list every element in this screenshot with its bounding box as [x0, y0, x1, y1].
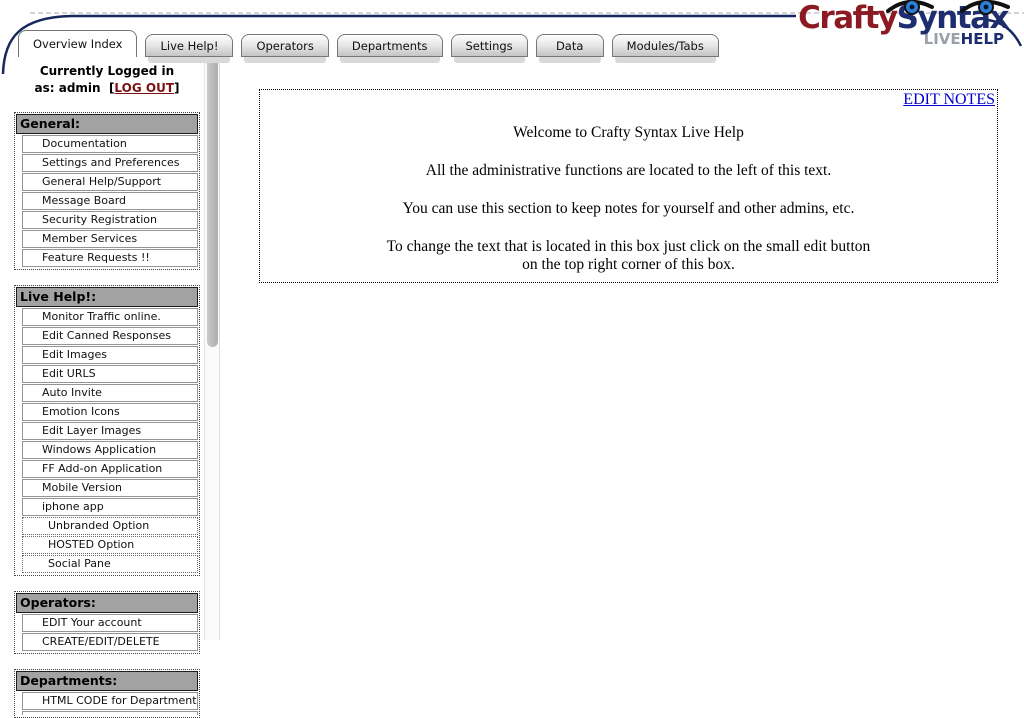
sidebar-item[interactable]: Settings and Preferences	[22, 154, 198, 172]
logo-wordmark: CraftySyntax	[786, 3, 1008, 34]
sidebar-item[interactable]: Mobile Version	[22, 479, 198, 497]
logged-in-user: as: admin	[35, 81, 101, 95]
sidebar-scrollbar[interactable]	[204, 52, 220, 640]
sidebar-item[interactable]: Edit URLS	[22, 365, 198, 383]
sidebar-item[interactable]: Security Registration	[22, 211, 198, 229]
sidebar-item[interactable]: HTML CODE for Departments	[22, 692, 198, 710]
tab-modules-tabs[interactable]: Modules/Tabs	[612, 34, 719, 57]
tab-live-help-[interactable]: Live Help!	[145, 34, 233, 57]
tab-settings[interactable]: Settings	[451, 34, 528, 57]
sidebar-section-header: Operators:	[16, 593, 198, 613]
notes-content: Welcome to Crafty Syntax Live Help All th…	[260, 90, 997, 274]
sidebar-item[interactable]: General Help/Support	[22, 173, 198, 191]
logo-crafty-text: Crafty	[798, 0, 896, 36]
sidebar-item[interactable]: EDIT Your account	[22, 614, 198, 632]
sidebar-item[interactable]: Unbranded Option	[22, 517, 198, 535]
logged-in-status: Currently Logged in as: admin [LOG OUT]	[14, 63, 200, 97]
sidebar-section-header: Live Help!:	[16, 287, 198, 307]
sidebar-section-header: General:	[16, 114, 198, 134]
sidebar-item[interactable]: Feature Requests !!	[22, 249, 198, 267]
sidebar-item[interactable]: iphone app	[22, 498, 198, 516]
logout-link[interactable]: LOG OUT	[114, 81, 174, 95]
notes-paragraph: You can use this section to keep notes f…	[260, 200, 997, 218]
app-logo: CraftySyntax LIVEHELP	[786, 3, 1008, 47]
header: CraftySyntax LIVEHELP Overview Index Live…	[0, 0, 1024, 58]
sidebar-item[interactable]: Documentation	[22, 135, 198, 153]
sidebar-scrollbar-thumb[interactable]	[207, 54, 218, 347]
tab-data[interactable]: Data	[536, 34, 604, 57]
sidebar: Currently Logged in as: admin [LOG OUT] …	[14, 57, 200, 718]
sidebar-item[interactable]: Message Board	[22, 192, 198, 210]
notes-paragraph: Welcome to Crafty Syntax Live Help	[260, 124, 997, 142]
sidebar-item[interactable]: Edit Layer Images	[22, 422, 198, 440]
logout-bracket-close: ]	[174, 81, 179, 95]
sidebar-item[interactable]: Windows Application	[22, 441, 198, 459]
admin-notes-box: EDIT NOTES Welcome to Crafty Syntax Live…	[259, 89, 998, 283]
notes-paragraph: All the administrative functions are loc…	[260, 162, 997, 180]
sidebar-item[interactable]: Auto Invite	[22, 384, 198, 402]
sidebar-item[interactable]: Emotion Icons	[22, 403, 198, 421]
sidebar-item[interactable]: Social Pane	[22, 555, 198, 573]
sidebar-section-operators-: Operators:EDIT Your accountCREATE/EDIT/D…	[14, 591, 200, 654]
tab-departments[interactable]: Departments	[337, 34, 443, 57]
sidebar-sections: General:DocumentationSettings and Prefer…	[14, 112, 200, 718]
sidebar-item[interactable]: FF Add-on Application	[22, 460, 198, 478]
logged-in-line1: Currently Logged in	[40, 64, 174, 78]
sidebar-item[interactable]: Edit Images	[22, 346, 198, 364]
sidebar-item[interactable]: HOSTED Option	[22, 536, 198, 554]
notes-paragraph: To change the text that is located in th…	[384, 238, 874, 274]
sidebar-item[interactable]	[22, 711, 198, 715]
main-tab-bar: Overview Index Live Help! Operators Departm…	[18, 30, 719, 57]
sidebar-item[interactable]: Monitor Traffic online.	[22, 308, 198, 326]
sidebar-section-live-help-: Live Help!:Monitor Traffic online.Edit C…	[14, 285, 200, 576]
logo-eyes-icon	[886, 0, 1014, 21]
sidebar-section-header: Departments:	[16, 671, 198, 691]
tab-overview-index[interactable]: Overview Index	[18, 30, 137, 57]
tab-operators[interactable]: Operators	[241, 34, 328, 57]
sidebar-section-departments-: Departments:HTML CODE for Departments	[14, 669, 200, 718]
sidebar-section-general-: General:DocumentationSettings and Prefer…	[14, 112, 200, 270]
sidebar-item[interactable]: Member Services	[22, 230, 198, 248]
sidebar-item[interactable]: CREATE/EDIT/DELETE	[22, 633, 198, 651]
edit-notes-link[interactable]: EDIT NOTES	[903, 91, 995, 109]
sidebar-item[interactable]: Edit Canned Responses	[22, 327, 198, 345]
